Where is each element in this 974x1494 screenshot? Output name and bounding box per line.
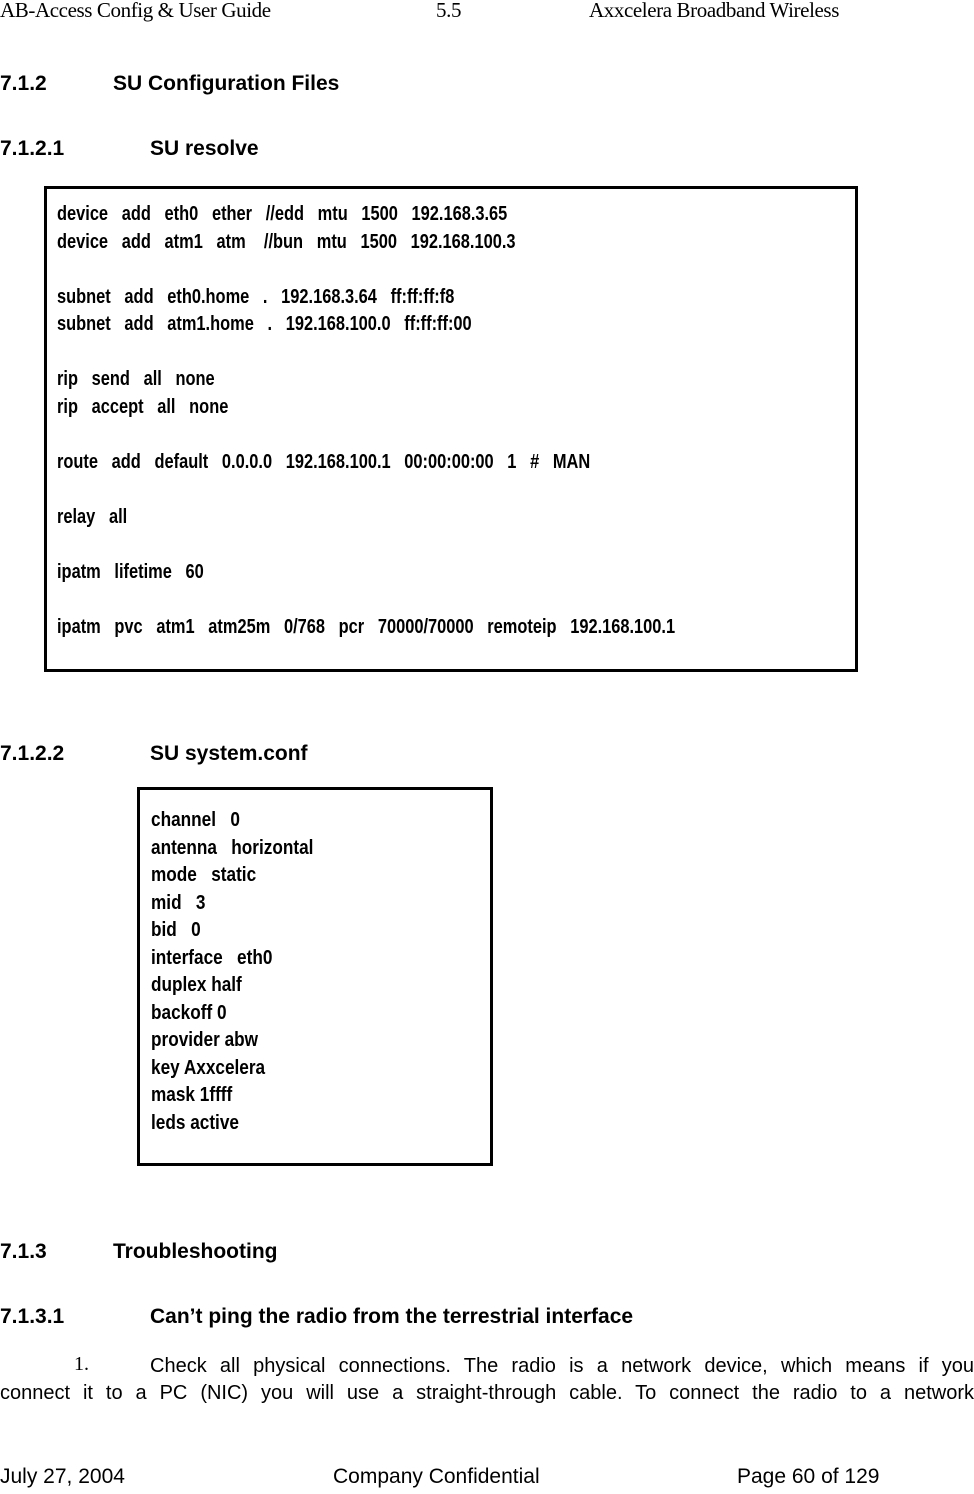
code-line: mask 1ffff [151, 1084, 233, 1106]
code-line: subnet add eth0.home . 192.168.3.64 ff:f… [57, 285, 455, 308]
code-line: provider abw [151, 1029, 259, 1051]
code-line: relay all [57, 505, 128, 528]
paragraph-line: Check all physical connections. The radi… [150, 1355, 974, 1377]
code-line: interface eth0 [151, 946, 273, 969]
header-company: Axxcelera Broadband Wireless [589, 0, 839, 22]
subsection-title: Can’t ping the radio from the terrestria… [150, 1305, 634, 1328]
subsection-number: 7.1.3.1 [0, 1305, 65, 1328]
code-line: antenna horizontal [151, 836, 314, 859]
subsection-number: 7.1.2.1 [0, 137, 65, 160]
subsection-title: SU resolve [150, 137, 259, 160]
code-line: rip send all none [57, 368, 215, 390]
footer-date: July 27, 2004 [0, 1465, 125, 1488]
code-line: ipatm lifetime 60 [57, 560, 204, 583]
system-conf-box: channel 0 antenna horizontal mode static… [137, 787, 493, 1166]
code-line: duplex half [151, 974, 242, 996]
footer-confidential: Company Confidential [333, 1465, 540, 1488]
section-number: 7.1.3 [0, 1240, 47, 1263]
subsection-title: SU system.conf [150, 742, 308, 765]
code-line: route add default 0.0.0.0 192.168.100.1 … [57, 450, 591, 473]
paragraph-line: connect it to a PC (NIC) you will use a … [0, 1382, 974, 1404]
section-title: Troubleshooting [113, 1240, 278, 1263]
code-line: device add eth0 ether //edd mtu 1500 192… [57, 203, 508, 225]
code-line: mid 3 [151, 891, 206, 914]
subsection-number: 7.1.2.2 [0, 742, 65, 765]
code-line: rip accept all none [57, 395, 229, 418]
code-line: device add atm1 atm //bun mtu 1500 192.1… [57, 230, 516, 253]
code-line: mode static [151, 864, 257, 886]
code-line: channel 0 [151, 809, 240, 831]
footer-page-number: Page 60 of 129 [737, 1465, 880, 1488]
header-doc-title: AB-Access Config & User Guide [0, 0, 271, 22]
code-line: key Axxcelera [151, 1056, 266, 1079]
code-line: backoff 0 [151, 1001, 227, 1024]
code-line: bid 0 [151, 919, 201, 941]
code-line: ipatm pvc atm1 atm25m 0/768 pcr 70000/70… [57, 615, 676, 638]
header-version: 5.5 [436, 0, 462, 22]
resolve-config-box: device add eth0 ether //edd mtu 1500 192… [44, 186, 858, 672]
list-item-number: 1. [74, 1353, 89, 1375]
code-line: leds active [151, 1111, 239, 1134]
section-title: SU Configuration Files [113, 72, 340, 95]
code-line: subnet add atm1.home . 192.168.100.0 ff:… [57, 313, 472, 335]
section-number: 7.1.2 [0, 72, 47, 95]
